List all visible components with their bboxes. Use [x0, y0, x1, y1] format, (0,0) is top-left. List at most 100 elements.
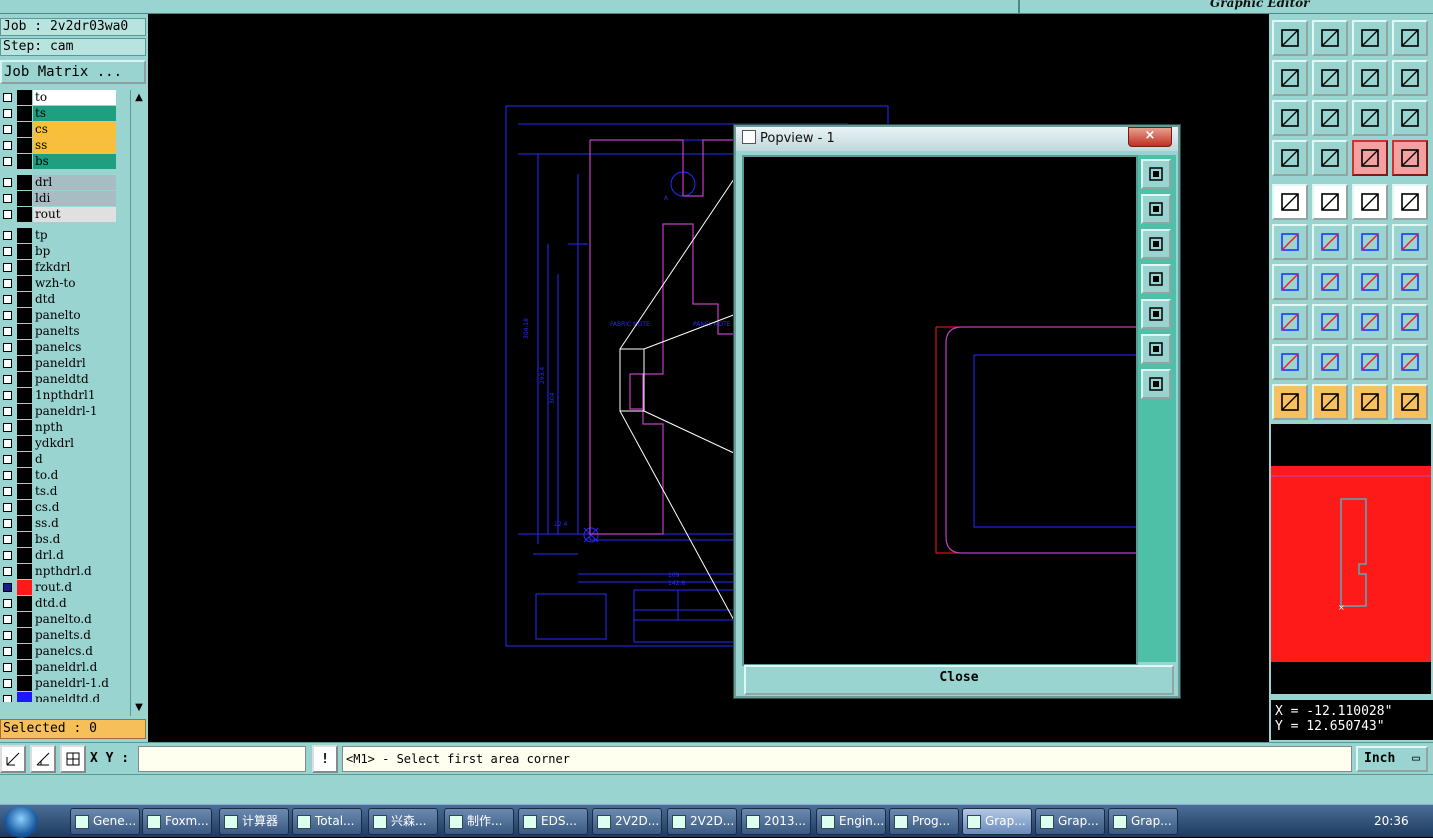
- layer-row[interactable]: panelts.d: [0, 628, 118, 644]
- layer-row[interactable]: npth: [0, 420, 118, 436]
- layer-row[interactable]: fzkdrl: [0, 260, 118, 276]
- taskbar-item[interactable]: Engin...: [816, 808, 886, 835]
- layer-row[interactable]: to.d: [0, 468, 118, 484]
- layer-name[interactable]: d: [33, 452, 116, 467]
- layer-checkbox[interactable]: [3, 535, 12, 544]
- layer-row[interactable]: paneldrl.d: [0, 660, 118, 676]
- layer-color-swatch[interactable]: [17, 228, 32, 243]
- zoom-1to1-button[interactable]: [1352, 100, 1388, 136]
- layer-checkbox[interactable]: [3, 567, 12, 576]
- layer-row[interactable]: npthdrl.d: [0, 564, 118, 580]
- scroll-down-icon[interactable]: ▼: [133, 702, 145, 714]
- layer-color-swatch[interactable]: [17, 244, 32, 259]
- layer-checkbox[interactable]: [3, 327, 12, 336]
- layer-name[interactable]: bs: [33, 154, 116, 169]
- pv-left-button[interactable]: [1141, 264, 1171, 294]
- layer-name[interactable]: drl: [33, 175, 116, 190]
- layer-row[interactable]: ldi: [0, 191, 118, 207]
- layer-checkbox[interactable]: [3, 679, 12, 688]
- start-button[interactable]: [4, 806, 38, 838]
- layer-color-swatch[interactable]: [17, 644, 32, 659]
- layer-row[interactable]: panelts: [0, 324, 118, 340]
- layer-name[interactable]: bp: [33, 244, 116, 259]
- layer-row[interactable]: wzh-to: [0, 276, 118, 292]
- zoom-center-button[interactable]: [1312, 100, 1348, 136]
- taskbar-item[interactable]: Gene...: [70, 808, 140, 835]
- layer-color-swatch[interactable]: [17, 436, 32, 451]
- taskbar-item[interactable]: 制作...: [444, 808, 514, 835]
- pv-down-button[interactable]: [1141, 229, 1171, 259]
- layer-color-swatch[interactable]: [17, 692, 32, 702]
- redraw-button[interactable]: [1392, 60, 1428, 96]
- tri-a-button[interactable]: [1312, 344, 1348, 380]
- layer-color-swatch[interactable]: [17, 452, 32, 467]
- layer-checkbox[interactable]: [3, 263, 12, 272]
- layer-checkbox[interactable]: [3, 551, 12, 560]
- taskbar-item[interactable]: 计算器: [219, 808, 289, 835]
- popview-canvas[interactable]: [742, 155, 1138, 666]
- layer-name[interactable]: panelto.d: [33, 612, 116, 627]
- layer-name[interactable]: paneldrl.d: [33, 660, 116, 675]
- popview-close-icon[interactable]: ×: [1128, 127, 1172, 147]
- taskbar-item[interactable]: Grap...: [1035, 808, 1105, 835]
- layer-color-swatch[interactable]: [17, 308, 32, 323]
- layer-color-swatch[interactable]: [17, 372, 32, 387]
- layer-row[interactable]: paneldrl: [0, 356, 118, 372]
- layer-name[interactable]: ss: [33, 138, 116, 153]
- layer-checkbox[interactable]: [3, 695, 12, 702]
- layer-checkbox[interactable]: [3, 487, 12, 496]
- layer-name[interactable]: paneldrl: [33, 356, 116, 371]
- layer-name[interactable]: to.d: [33, 468, 116, 483]
- layer-name[interactable]: rout: [33, 207, 116, 222]
- layer-row[interactable]: drl: [0, 175, 118, 191]
- layer-name[interactable]: dtd.d: [33, 596, 116, 611]
- layer-color-swatch[interactable]: [17, 340, 32, 355]
- layer-row[interactable]: rout: [0, 207, 118, 223]
- job-matrix-button[interactable]: Job Matrix ...: [0, 60, 146, 84]
- taskbar-item[interactable]: 2V2D...: [667, 808, 737, 835]
- layer-name[interactable]: panelts: [33, 324, 116, 339]
- layer-name[interactable]: bs.d: [33, 532, 116, 547]
- layer-color-swatch[interactable]: [17, 388, 32, 403]
- layer-name[interactable]: paneldtd.d: [33, 692, 116, 702]
- connect-button[interactable]: [1272, 224, 1308, 260]
- layer-name[interactable]: dtd: [33, 292, 116, 307]
- layer-row[interactable]: paneldrl-1.d: [0, 676, 118, 692]
- layer-checkbox[interactable]: [3, 439, 12, 448]
- pv-up-button[interactable]: [1141, 194, 1171, 224]
- layer-checkbox[interactable]: [3, 615, 12, 624]
- layer-color-swatch[interactable]: [17, 532, 32, 547]
- pv-zoom-out-button[interactable]: [1141, 369, 1171, 399]
- layer-name[interactable]: cs: [33, 122, 116, 137]
- layer-checkbox[interactable]: [3, 423, 12, 432]
- pad-red-button[interactable]: [1272, 304, 1308, 340]
- layer-row[interactable]: ts.d: [0, 484, 118, 500]
- tri-c-button[interactable]: [1392, 344, 1428, 380]
- layer-row[interactable]: tp: [0, 228, 118, 244]
- home-button[interactable]: [1352, 20, 1388, 56]
- nav-down-button[interactable]: [1312, 20, 1348, 56]
- snap-red2-button[interactable]: [1392, 140, 1428, 176]
- layer-checkbox[interactable]: [3, 471, 12, 480]
- popview-close-button[interactable]: Close: [744, 665, 1174, 695]
- layer-checkbox[interactable]: [3, 194, 12, 203]
- taskbar-item[interactable]: 兴森...: [368, 808, 438, 835]
- rotate-button[interactable]: [1352, 264, 1388, 300]
- pointer-box-button[interactable]: [1312, 384, 1348, 420]
- layer-row[interactable]: panelto: [0, 308, 118, 324]
- nav-up-button[interactable]: [1272, 20, 1308, 56]
- nav-right-button[interactable]: [1312, 60, 1348, 96]
- line-point-button[interactable]: [1352, 224, 1388, 260]
- slash-button[interactable]: [1312, 264, 1348, 300]
- layer-row[interactable]: paneldtd: [0, 372, 118, 388]
- pad-button[interactable]: [1272, 184, 1308, 220]
- layer-checkbox[interactable]: [3, 279, 12, 288]
- layer-row[interactable]: panelcs.d: [0, 644, 118, 660]
- snap-red-button[interactable]: [1352, 140, 1388, 176]
- layer-row[interactable]: panelcs: [0, 340, 118, 356]
- line-point2-button[interactable]: [1392, 224, 1428, 260]
- layer-checkbox[interactable]: [3, 109, 12, 118]
- taskbar-item[interactable]: Grap...: [962, 808, 1032, 835]
- layer-color-swatch[interactable]: [17, 612, 32, 627]
- layer-color-swatch[interactable]: [17, 154, 32, 169]
